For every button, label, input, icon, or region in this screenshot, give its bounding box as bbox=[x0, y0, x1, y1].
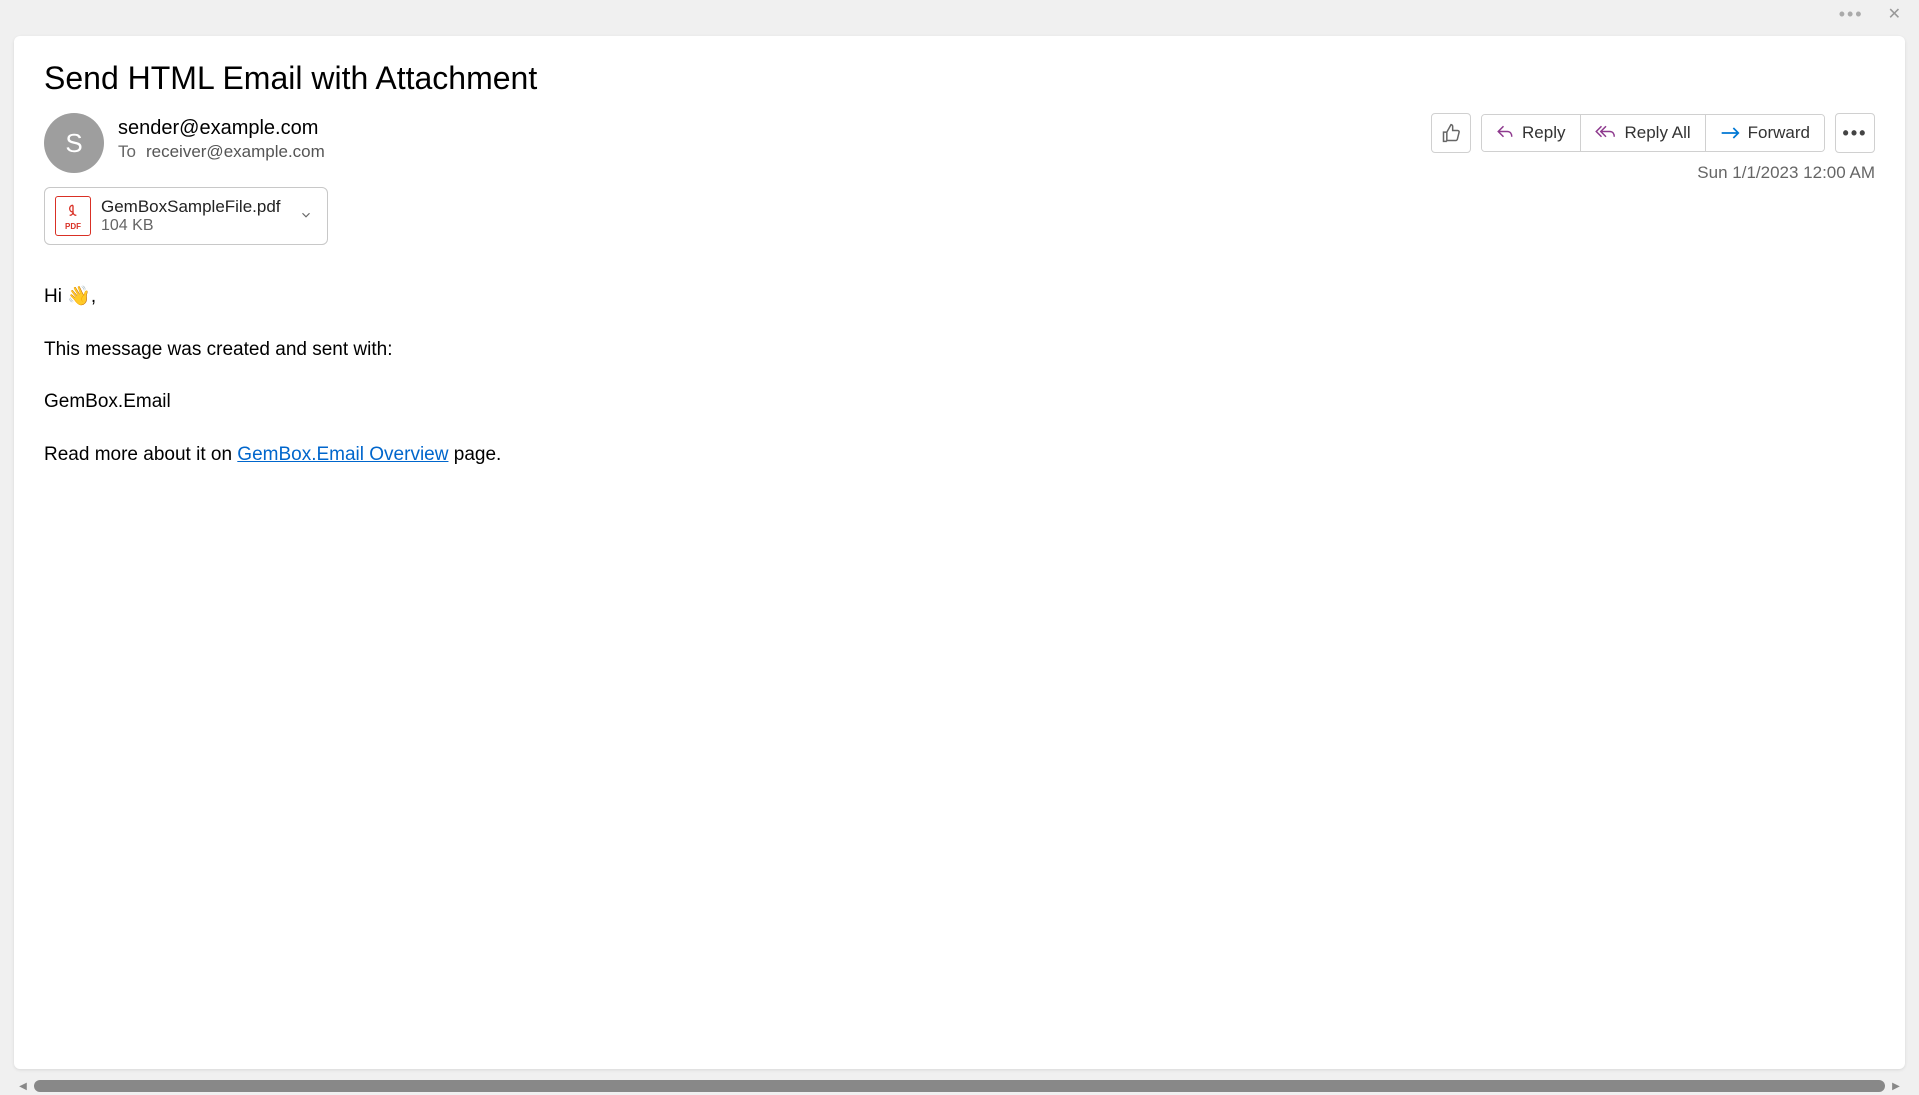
reply-all-label: Reply All bbox=[1625, 123, 1691, 143]
forward-label: Forward bbox=[1748, 123, 1810, 143]
forward-icon bbox=[1720, 126, 1740, 140]
timestamp: Sun 1/1/2023 12:00 AM bbox=[1697, 163, 1875, 183]
body-line3: GemBox.Email bbox=[44, 388, 1875, 417]
action-buttons: Reply Reply All Forward bbox=[1431, 113, 1875, 153]
reply-all-button[interactable]: Reply All bbox=[1581, 115, 1706, 151]
recipient-line: To receiver@example.com bbox=[118, 142, 325, 162]
message-container: Send HTML Email with Attachment S sender… bbox=[14, 36, 1905, 1069]
attachment-row: PDF GemBoxSampleFile.pdf 104 KB bbox=[14, 183, 1905, 263]
scroll-left-icon[interactable]: ◀ bbox=[14, 1077, 32, 1095]
recipient-label: To bbox=[118, 142, 136, 162]
close-icon[interactable]: ✕ bbox=[1878, 4, 1911, 24]
attachment-info: GemBoxSampleFile.pdf 104 KB bbox=[101, 197, 281, 235]
chevron-down-icon[interactable] bbox=[299, 208, 313, 225]
header-row: S sender@example.com To receiver@example… bbox=[44, 113, 1875, 183]
overview-link[interactable]: GemBox.Email Overview bbox=[237, 444, 448, 465]
window-more-icon[interactable]: ••• bbox=[1831, 4, 1872, 25]
body-greeting: Hi 👋, bbox=[44, 283, 1875, 312]
pdf-type-label: PDF bbox=[65, 222, 81, 231]
sender-email[interactable]: sender@example.com bbox=[118, 117, 325, 140]
scroll-thumb[interactable] bbox=[34, 1080, 1885, 1092]
body-line2: This message was created and sent with: bbox=[44, 336, 1875, 365]
reply-icon bbox=[1496, 124, 1514, 142]
title-bar: ••• ✕ bbox=[0, 0, 1919, 28]
actions-section: Reply Reply All Forward bbox=[1431, 113, 1875, 183]
scroll-right-icon[interactable]: ▶ bbox=[1887, 1077, 1905, 1095]
like-button[interactable] bbox=[1431, 113, 1471, 153]
attachment-name: GemBoxSampleFile.pdf bbox=[101, 197, 281, 217]
attachment[interactable]: PDF GemBoxSampleFile.pdf 104 KB bbox=[44, 187, 328, 245]
reply-all-icon bbox=[1595, 124, 1617, 142]
attachment-size: 104 KB bbox=[101, 217, 281, 235]
reply-label: Reply bbox=[1522, 123, 1565, 143]
pdf-swirl-icon bbox=[65, 204, 81, 220]
body-line4: Read more about it on GemBox.Email Overv… bbox=[44, 441, 1875, 470]
more-icon: ••• bbox=[1843, 123, 1868, 144]
thumbs-up-icon bbox=[1441, 123, 1461, 143]
more-actions-button[interactable]: ••• bbox=[1835, 113, 1875, 153]
pdf-icon: PDF bbox=[55, 196, 91, 236]
horizontal-scrollbar[interactable]: ◀ ▶ bbox=[14, 1077, 1905, 1095]
sender-section: S sender@example.com To receiver@example… bbox=[44, 113, 325, 173]
email-subject: Send HTML Email with Attachment bbox=[44, 60, 1875, 97]
sender-info: sender@example.com To receiver@example.c… bbox=[118, 113, 325, 162]
avatar[interactable]: S bbox=[44, 113, 104, 173]
message-header: Send HTML Email with Attachment S sender… bbox=[14, 36, 1905, 183]
forward-button[interactable]: Forward bbox=[1706, 115, 1824, 151]
reply-button-group: Reply Reply All Forward bbox=[1481, 114, 1825, 152]
message-body: Hi 👋, This message was created and sent … bbox=[14, 263, 1905, 1069]
reply-button[interactable]: Reply bbox=[1482, 115, 1580, 151]
recipient-email[interactable]: receiver@example.com bbox=[146, 142, 325, 162]
